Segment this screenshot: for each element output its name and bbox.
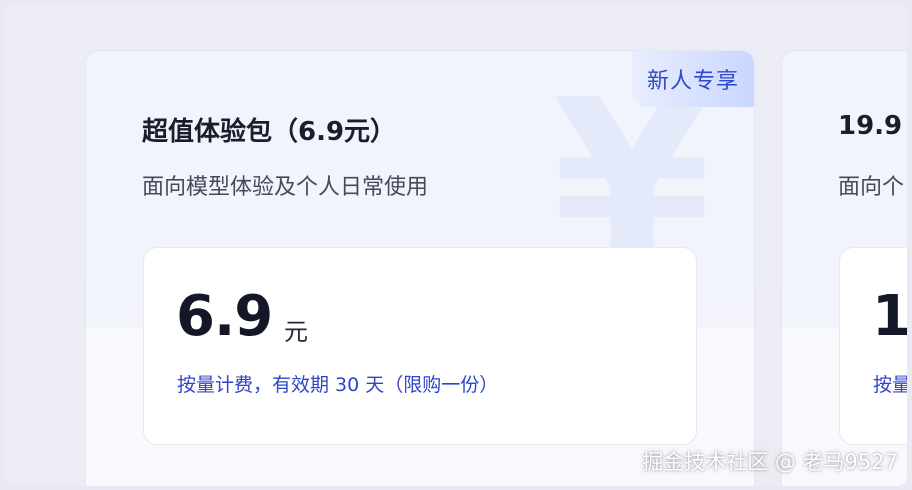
price-box: 1 按量: [839, 247, 907, 445]
plan-title: 超值体验包（6.9元）: [142, 117, 397, 147]
site-watermark: 掘金技术社区 @ 老马9527: [642, 450, 898, 474]
price-note: 按量计费，有效期 30 天（限购一份）: [177, 374, 499, 396]
plan-subtitle: 面向个: [838, 175, 905, 200]
new-user-badge: 新人专享: [632, 51, 754, 107]
page-frame: ¥ 新人专享 超值体验包（6.9元） 面向模型体验及个人日常使用 6.9 元 按…: [5, 4, 907, 486]
plan-subtitle: 面向模型体验及个人日常使用: [142, 175, 429, 200]
price-value: 6.9: [176, 284, 273, 349]
price-note: 按量: [873, 374, 907, 396]
plan-card-next[interactable]: 19.9 面向个 1 按量: [781, 50, 907, 486]
plan-card-trial[interactable]: ¥ 新人专享 超值体验包（6.9元） 面向模型体验及个人日常使用 6.9 元 按…: [85, 50, 755, 486]
price-value: 1: [872, 284, 907, 349]
price-box: 6.9 元 按量计费，有效期 30 天（限购一份）: [143, 247, 697, 445]
plan-title: 19.9: [838, 111, 903, 141]
price-unit: 元: [284, 318, 308, 346]
